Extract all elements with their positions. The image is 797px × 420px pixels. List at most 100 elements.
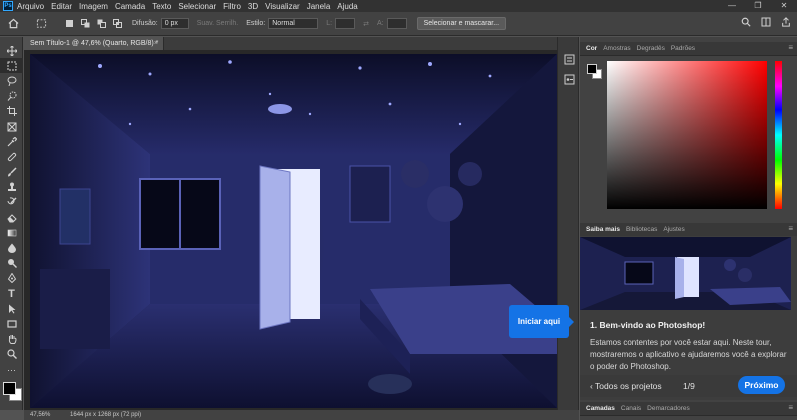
add-selection-icon[interactable] xyxy=(78,17,92,31)
tab-strip xyxy=(164,37,557,50)
rectangle-tool-icon[interactable] xyxy=(0,316,23,331)
marquee-tool-icon[interactable] xyxy=(0,58,23,74)
tab-bibliotecas[interactable]: Bibliotecas xyxy=(626,226,657,233)
move-tool-icon[interactable] xyxy=(0,43,23,58)
dodge-tool-icon[interactable] xyxy=(0,256,23,271)
menu-selecionar[interactable]: Selecionar xyxy=(178,2,216,11)
quick-selection-tool-icon[interactable] xyxy=(0,89,23,104)
menu-ajuda[interactable]: Ajuda xyxy=(337,2,357,11)
healing-brush-tool-icon[interactable] xyxy=(0,149,23,164)
tutorial-thumbnail-image xyxy=(580,237,791,310)
eraser-tool-icon[interactable] xyxy=(0,210,23,225)
blur-tool-icon[interactable] xyxy=(0,240,23,255)
select-and-mask-button[interactable]: Selecionar e mascarar... xyxy=(416,17,507,30)
history-panel-icon[interactable] xyxy=(558,49,580,69)
callout-arrow xyxy=(568,316,574,328)
document-dimensions: 1644 px x 1268 px (72 ppi) xyxy=(70,412,142,418)
crop-tool-icon[interactable] xyxy=(0,104,23,119)
menu-camada[interactable]: Camada xyxy=(115,2,145,11)
path-selection-tool-icon[interactable] xyxy=(0,301,23,316)
menu-3d[interactable]: 3D xyxy=(248,2,258,11)
color-panel-foreground-swatch[interactable] xyxy=(587,64,597,74)
eyedropper-tool-icon[interactable] xyxy=(0,134,23,149)
frame-tool-icon[interactable] xyxy=(0,119,23,134)
all-projects-link[interactable]: ‹ Todos os projetos xyxy=(590,381,662,391)
tab-ajustes[interactable]: Ajustes xyxy=(663,226,684,233)
tab-demarcadores[interactable]: Demarcadores xyxy=(647,405,690,412)
menu-visualizar[interactable]: Visualizar xyxy=(265,2,300,11)
more-tools-icon[interactable]: ··· xyxy=(0,362,23,377)
zoom-level[interactable]: 47,56% xyxy=(30,412,50,418)
brush-tool-icon[interactable] xyxy=(0,165,23,180)
tab-saiba-mais[interactable]: Saiba mais xyxy=(586,226,620,233)
menu-janela[interactable]: Janela xyxy=(307,2,331,11)
menu-arquivo[interactable]: Arquivo xyxy=(17,2,44,11)
height-input[interactable] xyxy=(386,18,407,29)
menu-imagem[interactable]: Imagem xyxy=(79,2,108,11)
subtract-selection-icon[interactable] xyxy=(94,17,108,31)
swap-icon[interactable]: ⇄ xyxy=(363,20,369,28)
menu-texto[interactable]: Texto xyxy=(152,2,171,11)
next-button[interactable]: Próximo xyxy=(738,376,785,394)
hue-slider[interactable] xyxy=(775,61,782,209)
learn-panel-tabs: Saiba mais Bibliotecas Ajustes ≡ xyxy=(580,223,797,237)
antialias-checkbox[interactable]: Suav. Serrilh. xyxy=(197,20,239,27)
home-icon[interactable] xyxy=(6,17,20,31)
width-label: L: xyxy=(326,20,333,27)
tutorial-page-indicator: 1/9 xyxy=(683,381,695,391)
share-icon[interactable] xyxy=(781,17,791,30)
maximize-button[interactable]: ❐ xyxy=(745,0,771,12)
tab-canais[interactable]: Canais xyxy=(621,405,641,412)
workspace-icon[interactable] xyxy=(761,17,771,30)
tab-cor[interactable]: Cor xyxy=(586,45,597,52)
new-selection-icon[interactable] xyxy=(62,17,76,31)
feather-input[interactable]: 0 px xyxy=(160,18,189,29)
hand-tool-icon[interactable] xyxy=(0,332,23,347)
properties-panel-icon[interactable] xyxy=(558,69,580,89)
feather-label: Difusão: xyxy=(132,20,158,27)
pen-tool-icon[interactable] xyxy=(0,271,23,286)
close-document-icon[interactable]: × xyxy=(154,37,158,50)
panel-menu-icon[interactable]: ≡ xyxy=(788,403,793,412)
type-tool-icon[interactable]: T xyxy=(0,286,23,301)
foreground-color-swatch[interactable] xyxy=(3,382,16,395)
start-here-callout[interactable]: Iniciar aqui xyxy=(509,305,569,338)
document-canvas[interactable] xyxy=(30,54,557,408)
tab-amostras[interactable]: Amostras xyxy=(603,45,630,52)
options-bar: Difusão: 0 px Suav. Serrilh. Estilo: Nor… xyxy=(0,12,797,36)
photoshop-logo: Ps xyxy=(3,1,13,11)
height-label: A: xyxy=(376,20,384,27)
width-input[interactable] xyxy=(335,18,356,29)
color-swatches[interactable] xyxy=(3,382,22,401)
menu-filtro[interactable]: Filtro xyxy=(223,2,241,11)
bedroom-artwork xyxy=(30,54,557,408)
rectangular-marquee-icon[interactable] xyxy=(34,17,48,31)
lasso-tool-icon[interactable] xyxy=(0,73,23,88)
search-icon[interactable] xyxy=(741,17,751,30)
menu-editar[interactable]: Editar xyxy=(51,2,72,11)
tab-camadas[interactable]: Camadas xyxy=(586,405,615,412)
style-label: Estilo: xyxy=(246,20,266,27)
document-tab-title: Sem Título-1 @ 47,6% (Quarto, RGB/8) * xyxy=(30,40,159,47)
tutorial-body: Estamos contentes por você estar aqui. N… xyxy=(590,338,787,371)
menu-bar: Ps Arquivo Editar Imagem Camada Texto Se… xyxy=(0,0,797,12)
zoom-tool-icon[interactable] xyxy=(0,347,23,362)
style-select[interactable]: Normal xyxy=(268,18,319,29)
color-panel-tabs: Cor Amostras Degradês Padrões ≡ xyxy=(580,42,797,56)
gradient-tool-icon[interactable] xyxy=(0,225,23,240)
status-bar: 47,56% 1644 px x 1268 px (72 ppi) xyxy=(24,410,579,420)
clone-stamp-tool-icon[interactable] xyxy=(0,180,23,195)
tab-padroes[interactable]: Padrões xyxy=(671,45,695,52)
document-tab[interactable]: Sem Título-1 @ 47,6% (Quarto, RGB/8) * × xyxy=(24,37,164,50)
tutorial-title: 1. Bem-vindo ao Photoshop! xyxy=(590,320,706,330)
close-window-button[interactable]: ✕ xyxy=(771,0,797,12)
panel-menu-icon[interactable]: ≡ xyxy=(788,43,793,52)
color-field[interactable] xyxy=(607,61,767,209)
intersect-selection-icon[interactable] xyxy=(110,17,124,31)
panel-menu-icon[interactable]: ≡ xyxy=(788,224,793,233)
tools-panel: T ··· xyxy=(0,37,23,410)
history-brush-tool-icon[interactable] xyxy=(0,195,23,210)
minimize-button[interactable]: — xyxy=(719,0,745,12)
tab-degrades[interactable]: Degradês xyxy=(637,45,665,52)
layers-panel-tabs: Camadas Canais Demarcadores ≡ xyxy=(580,402,797,416)
